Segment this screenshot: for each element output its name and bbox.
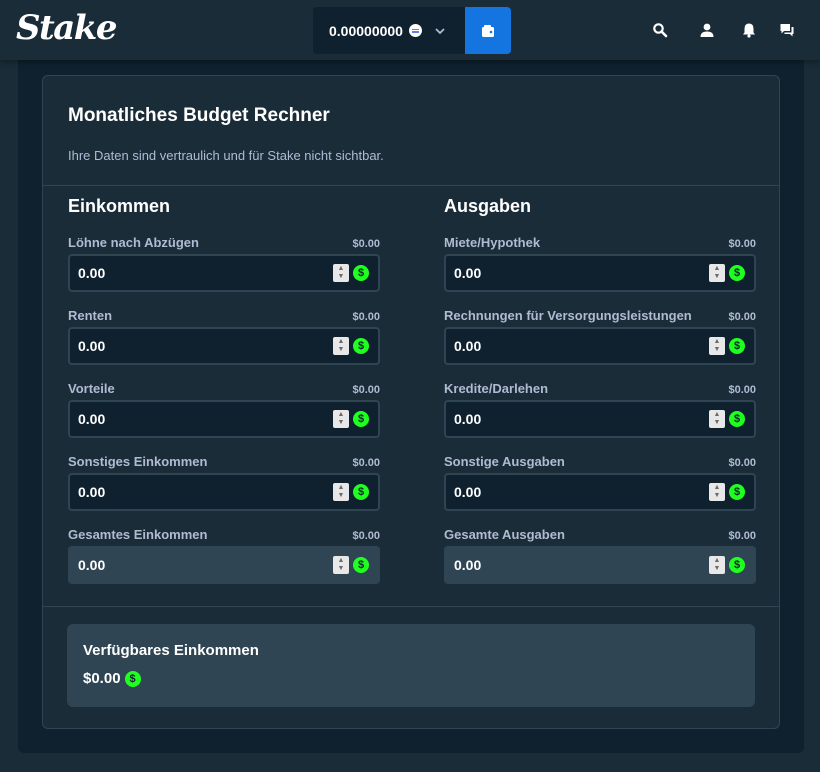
- field-summary: $0.00: [728, 530, 756, 542]
- wallet-amount: 0.00000000: [329, 22, 403, 39]
- expenses-title: Ausgaben: [444, 196, 532, 216]
- number-stepper[interactable]: ▲ ▼: [333, 483, 349, 501]
- wallet-button[interactable]: [465, 7, 511, 54]
- dollar-icon: $: [353, 265, 369, 281]
- top-navbar: Stake 0.00000000: [0, 0, 820, 60]
- field-label: Renten: [68, 308, 113, 323]
- bell-icon[interactable]: [739, 20, 759, 40]
- ethereum-icon: [408, 24, 422, 37]
- field-label: Löhne nach Abzügen: [68, 235, 199, 250]
- total-expenses-box: ▲▼ $: [444, 546, 756, 584]
- field-label: Sonstige Ausgaben: [444, 454, 565, 469]
- user-icon[interactable]: [697, 20, 717, 40]
- benefits-input[interactable]: [78, 411, 278, 427]
- field-summary: $0.00: [728, 457, 756, 469]
- search-icon[interactable]: [650, 20, 670, 40]
- income-field-total: Gesamtes Einkommen $0.00 ▲▼ $: [68, 524, 380, 584]
- field-summary: $0.00: [728, 311, 756, 323]
- field-label: Kredite/Darlehen: [444, 381, 549, 396]
- number-stepper: ▲ ▼: [333, 556, 349, 574]
- field-summary: $0.00: [728, 238, 756, 250]
- expense-field-total: Gesamte Ausgaben $0.00 ▲▼ $: [444, 524, 756, 584]
- page-title: Monatliches Budget Rechner: [68, 105, 330, 126]
- field-label: Vorteile: [68, 381, 115, 396]
- field-summary: $0.00: [352, 530, 380, 542]
- other-income-input-box[interactable]: ▲▼ $: [68, 473, 380, 511]
- wages-input[interactable]: [78, 265, 278, 281]
- dollar-icon: $: [353, 484, 369, 500]
- dollar-icon: $: [729, 411, 745, 427]
- expense-field-utilities: Rechnungen für Versorgungsleistungen $0.…: [444, 305, 756, 365]
- divider: [43, 606, 779, 607]
- rent-input[interactable]: [454, 265, 654, 281]
- dollar-icon: $: [729, 265, 745, 281]
- benefits-input-box[interactable]: ▲▼ $: [68, 400, 380, 438]
- total-income-box: ▲▼ $: [68, 546, 380, 584]
- utilities-input[interactable]: [454, 338, 654, 354]
- other-expenses-input-box[interactable]: ▲▼ $: [444, 473, 756, 511]
- field-label: Rechnungen für Versorgungsleistungen: [444, 308, 692, 323]
- field-label: Miete/Hypothek: [444, 235, 541, 250]
- field-label: Gesamte Ausgaben: [444, 527, 565, 542]
- pensions-input-box[interactable]: ▲▼ $: [68, 327, 380, 365]
- available-income-box: Verfügbares Einkommen $0.00 $: [67, 624, 755, 707]
- loans-input[interactable]: [454, 411, 654, 427]
- expense-field-loans: Kredite/Darlehen $0.00 ▲▼ $: [444, 378, 756, 438]
- number-stepper[interactable]: ▲ ▼: [709, 483, 725, 501]
- number-stepper[interactable]: ▲ ▼: [709, 337, 725, 355]
- stake-logo[interactable]: Stake: [16, 8, 117, 48]
- field-summary: $0.00: [352, 457, 380, 469]
- available-income-amount: $0.00: [83, 670, 121, 687]
- income-title: Einkommen: [68, 196, 171, 216]
- income-field-pensions: Renten $0.00 ▲▼ $: [68, 305, 380, 365]
- field-summary: $0.00: [352, 384, 380, 396]
- chat-icon[interactable]: [777, 20, 797, 40]
- income-section: Einkommen Löhne nach Abzügen $0.00 ▲▼ $ …: [68, 196, 380, 584]
- privacy-note: Ihre Daten sind vertraulich und für Stak…: [68, 148, 384, 163]
- other-expenses-input[interactable]: [454, 484, 654, 500]
- field-summary: $0.00: [352, 238, 380, 250]
- wallet-icon: [482, 24, 494, 37]
- number-stepper[interactable]: ▲ ▼: [333, 410, 349, 428]
- dollar-icon: $: [353, 338, 369, 354]
- rent-input-box[interactable]: ▲▼ $: [444, 254, 756, 292]
- field-label: Gesamtes Einkommen: [68, 527, 208, 542]
- expense-field-rent: Miete/Hypothek $0.00 ▲▼ $: [444, 232, 756, 292]
- number-stepper[interactable]: ▲ ▼: [333, 337, 349, 355]
- dollar-icon: $: [353, 411, 369, 427]
- field-summary: $0.00: [728, 384, 756, 396]
- field-label: Sonstiges Einkommen: [68, 454, 208, 469]
- other-income-input[interactable]: [78, 484, 278, 500]
- dollar-icon: $: [729, 557, 745, 573]
- number-stepper: ▲ ▼: [709, 556, 725, 574]
- income-field-wages: Löhne nach Abzügen $0.00 ▲▼ $: [68, 232, 380, 292]
- total-expenses-input: [454, 557, 654, 573]
- divider: [43, 185, 779, 186]
- dollar-icon: $: [729, 338, 745, 354]
- dollar-icon: $: [124, 670, 141, 687]
- available-income-value: $0.00 $: [83, 670, 141, 687]
- income-field-other: Sonstiges Einkommen $0.00 ▲▼ $: [68, 451, 380, 511]
- expenses-section: Ausgaben Miete/Hypothek $0.00 ▲▼ $ Rechn…: [444, 196, 756, 584]
- field-summary: $0.00: [352, 311, 380, 323]
- number-stepper[interactable]: ▲ ▼: [709, 410, 725, 428]
- budget-calculator-card: Monatliches Budget Rechner Ihre Daten si…: [42, 75, 780, 729]
- total-income-input: [78, 557, 278, 573]
- number-stepper[interactable]: ▲ ▼: [709, 264, 725, 282]
- available-income-title: Verfügbares Einkommen: [83, 642, 259, 659]
- pensions-input[interactable]: [78, 338, 278, 354]
- utilities-input-box[interactable]: ▲▼ $: [444, 327, 756, 365]
- expense-field-other: Sonstige Ausgaben $0.00 ▲▼ $: [444, 451, 756, 511]
- dollar-icon: $: [729, 484, 745, 500]
- income-field-benefits: Vorteile $0.00 ▲▼ $: [68, 378, 380, 438]
- wallet-balance-dropdown[interactable]: 0.00000000: [313, 7, 465, 54]
- number-stepper[interactable]: ▲ ▼: [333, 264, 349, 282]
- chevron-down-icon: [435, 27, 445, 34]
- wages-input-box[interactable]: ▲▼ $: [68, 254, 380, 292]
- dollar-icon: $: [353, 557, 369, 573]
- loans-input-box[interactable]: ▲▼ $: [444, 400, 756, 438]
